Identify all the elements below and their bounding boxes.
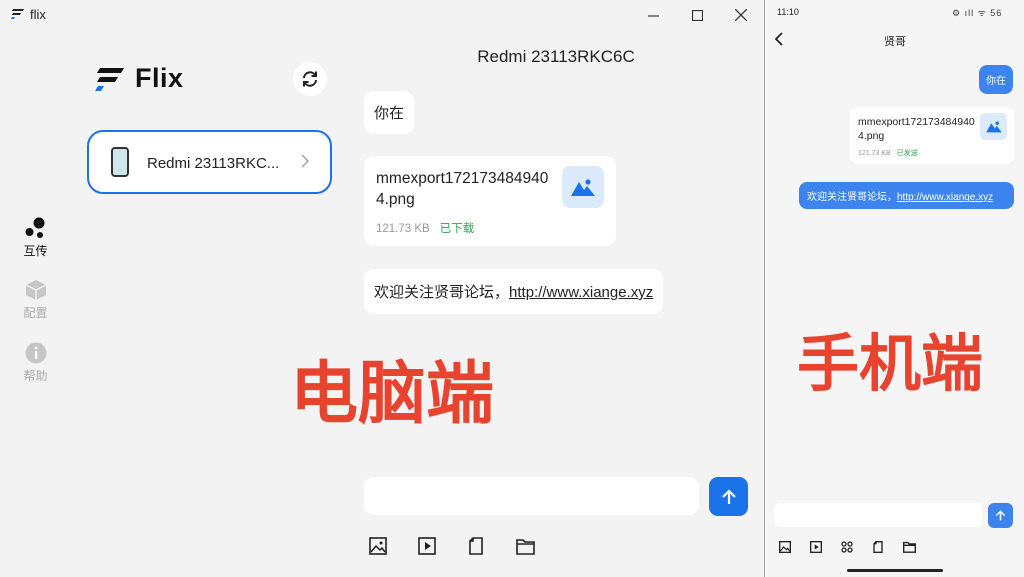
minimize-button[interactable] (630, 0, 676, 30)
send-video-button[interactable] (809, 540, 823, 554)
file-icon (873, 541, 883, 553)
send-folder-button[interactable] (514, 535, 536, 557)
maximize-button[interactable] (674, 0, 720, 30)
image-file-icon (980, 113, 1007, 140)
folder-icon (902, 541, 916, 553)
chevron-right-icon (301, 154, 310, 168)
nav-item-transfer[interactable]: 互传 (0, 217, 71, 259)
phone-icon (111, 147, 129, 177)
video-icon (810, 541, 822, 553)
apps-icon (841, 541, 853, 553)
send-image-button[interactable] (367, 535, 389, 557)
file-name: mmexport1721734849404.png (858, 116, 975, 142)
file-message[interactable]: mmexport1721734849404.png 121.73 KB 已下载 (364, 156, 616, 246)
video-icon (418, 537, 436, 555)
maximize-icon (691, 9, 703, 21)
message-link[interactable]: http://www.xiange.xyz (509, 284, 653, 301)
message-bubble: 你在 (979, 65, 1013, 94)
file-size: 121.73 KB (858, 150, 891, 157)
message-bubble: 欢迎关注贤哥论坛，http://www.xiange.xyz (799, 182, 1014, 209)
file-name: mmexport1721734849404.png (376, 170, 549, 208)
nav-label-transfer: 互传 (23, 244, 48, 258)
image-icon (369, 537, 387, 555)
phone-screen: 11:10 ⚙ ıll ᯤ 56 贤哥 你在 mmexport172173484… (766, 0, 1024, 577)
close-button[interactable] (718, 0, 764, 30)
share-dots-icon (25, 217, 44, 238)
file-message[interactable]: mmexport1721734849404.png 121.73 KB 已发送 (850, 107, 1014, 164)
image-icon (571, 179, 595, 196)
image-icon (985, 121, 1002, 133)
send-video-button[interactable] (416, 535, 438, 557)
message-text: 欢迎关注贤哥论坛， (807, 192, 897, 203)
message-bubble: 欢迎关注贤哥论坛，http://www.xiange.xyz (364, 269, 664, 314)
chat-panel: Redmi 23113RKC6C 你在 mmexport172173484940… (348, 30, 764, 577)
desktop-window: flix 互传 配置 帮助 Flix Redmi 23113RKC... Red… (0, 0, 765, 577)
message-text: 欢迎关注贤哥论坛， (374, 284, 510, 301)
status-icons: ⚙ ıll ᯤ 56 (952, 8, 1003, 18)
phone-label-overlay: 手机端 (797, 327, 984, 400)
home-indicator (847, 569, 943, 572)
minimize-icon (647, 14, 659, 17)
desktop-label-overlay: 电脑端 (290, 355, 495, 434)
nav-item-config[interactable]: 配置 (0, 279, 71, 321)
device-card[interactable]: Redmi 23113RKC... (87, 130, 332, 194)
file-meta: 121.73 KB 已发送 (858, 148, 918, 158)
message-link[interactable]: http://www.xiange.xyz (897, 192, 993, 203)
file-status: 已发送 (896, 150, 918, 157)
window-title: flix (30, 7, 46, 22)
device-panel: Flix Redmi 23113RKC... (71, 30, 348, 577)
file-meta: 121.73 KB 已下载 (376, 220, 474, 236)
brand-name: Flix (135, 63, 184, 93)
info-icon (25, 342, 46, 364)
message-text: 你在 (374, 105, 405, 122)
flix-logo-icon (95, 68, 124, 91)
file-size: 121.73 KB (376, 223, 430, 235)
message-input[interactable] (774, 503, 982, 527)
title-bar: flix (0, 0, 764, 30)
message-text: 你在 (986, 76, 1006, 87)
nav-item-help[interactable]: 帮助 (0, 342, 71, 384)
folder-icon (515, 538, 535, 555)
flix-logo-icon (11, 9, 24, 19)
device-name: Redmi 23113RKC... (147, 155, 280, 172)
send-button[interactable] (988, 503, 1013, 528)
file-icon (469, 537, 483, 555)
arrow-up-icon (995, 510, 1006, 521)
close-icon (735, 9, 747, 21)
refresh-button[interactable] (293, 62, 327, 96)
nav-label-config: 配置 (23, 306, 48, 320)
nav-rail: 互传 配置 帮助 (0, 30, 71, 577)
arrow-up-icon (721, 488, 736, 504)
status-time: 11:10 (777, 7, 799, 17)
chat-title: Redmi 23113RKC6C (477, 47, 635, 66)
send-button[interactable] (709, 477, 748, 516)
send-folder-button[interactable] (902, 540, 916, 554)
send-file-button[interactable] (871, 540, 885, 554)
send-app-button[interactable] (840, 540, 854, 554)
nav-label-help: 帮助 (23, 369, 48, 383)
image-file-icon (562, 166, 604, 208)
send-image-button[interactable] (778, 540, 792, 554)
send-file-button[interactable] (465, 535, 487, 557)
file-status: 已下载 (439, 223, 475, 235)
cube-icon (25, 280, 46, 300)
image-icon (779, 541, 791, 553)
phone-chat-title: 贤哥 (884, 36, 906, 48)
message-input[interactable] (364, 477, 699, 515)
refresh-icon (303, 71, 317, 87)
message-bubble: 你在 (364, 91, 415, 134)
